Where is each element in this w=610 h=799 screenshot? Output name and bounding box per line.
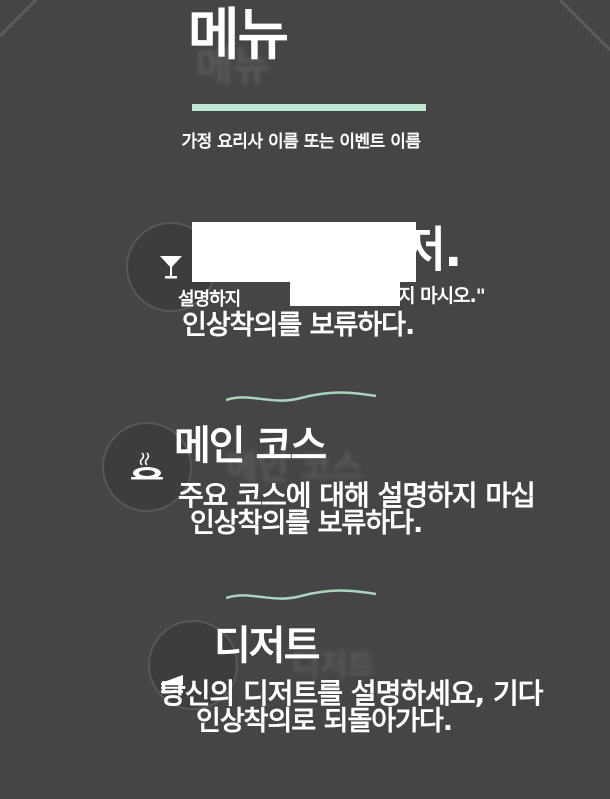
section-desc-appetizer: 설명하지 (178, 289, 241, 310)
title-underline (192, 104, 426, 111)
section-note-main-course: 인상착의를 보류하다. (190, 508, 423, 539)
cocktail-glass-icon (160, 256, 182, 279)
page-title: 메뉴 (188, 3, 289, 68)
section-desc-appetizer-tail: 지 마시오." (398, 285, 486, 307)
wavy-divider (226, 391, 376, 402)
section-note-dessert: 인상착의로 되돌아가다. (196, 706, 453, 737)
wavy-divider (226, 589, 376, 600)
section-title-appetizer: 저. (402, 222, 462, 278)
page-subtitle: 가정 요리사 이름 또는 이벤트 이름 (181, 132, 421, 152)
section-title-dessert: 디저트 (214, 623, 320, 669)
section-desc-dessert: 당신의 디저트를 설명하세요, 기다 (160, 677, 544, 710)
section-title-main-course: 메인 코스 (174, 423, 327, 469)
section-desc-main-course: 주요 코스에 대해 설명하지 마십 (178, 479, 536, 512)
section-note-appetizer: 인상착의를 보류하다. (182, 310, 415, 341)
steaming-dish-icon (131, 452, 163, 480)
redaction-block (192, 222, 416, 282)
redaction-block (290, 280, 400, 306)
